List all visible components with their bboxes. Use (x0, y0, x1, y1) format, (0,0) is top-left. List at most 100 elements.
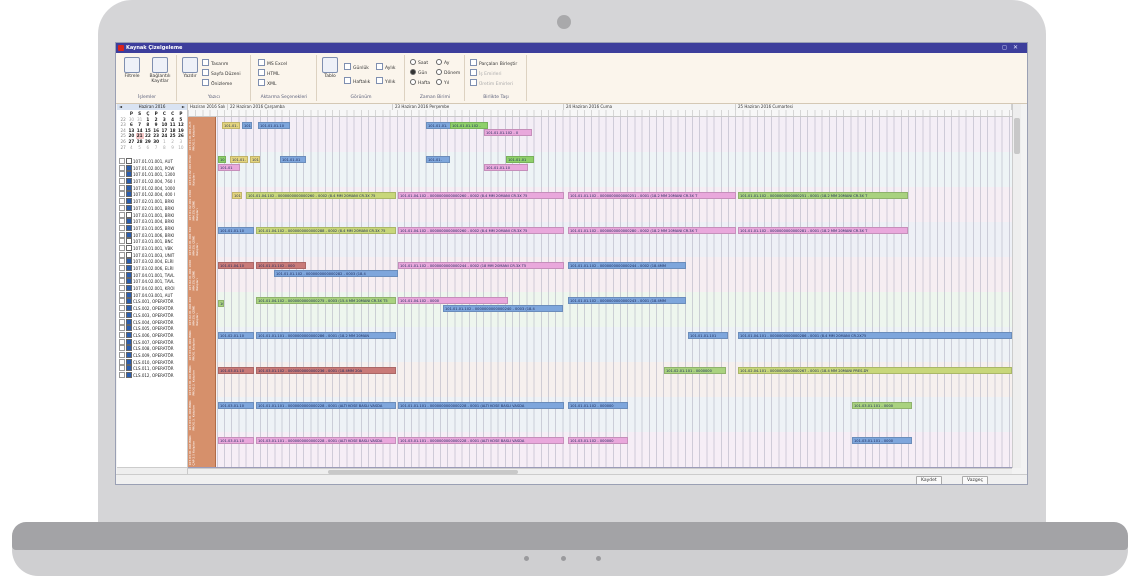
production-orders-checkbox[interactable]: Üretim Emirleri (470, 79, 513, 87)
appointment-block[interactable]: 101.01.04.102 - 0000000000000260 - 0002 … (398, 192, 564, 199)
checkbox-icon[interactable] (126, 164, 132, 171)
expand-icon[interactable] (119, 291, 125, 298)
resource-header[interactable]: 107.01.02.001 POW. Kalıpları (188, 152, 216, 187)
checkbox-icon[interactable] (126, 338, 132, 345)
checkbox-icon[interactable] (126, 265, 132, 271)
calendar-day[interactable]: 9 (169, 145, 177, 151)
unit-week-radio[interactable]: Hafta (410, 79, 430, 86)
checkbox-icon[interactable] (126, 351, 132, 358)
expand-icon[interactable] (119, 204, 125, 211)
tree-row[interactable]: CLS.007, OPERATÖR (117, 338, 187, 346)
tree-row[interactable]: 107.01.02.004, 400 I (117, 191, 187, 198)
appointment-block[interactable]: 101.01.01.10 (484, 164, 528, 171)
appointment-block[interactable]: 101.03.01.101 - 0000 (852, 437, 912, 444)
appointment-block[interactable]: 101.01.01. (426, 122, 452, 129)
appointment-block[interactable]: 101.01.01.101 - 0000000000000228 - 0001 … (398, 402, 564, 409)
expand-icon[interactable] (119, 238, 125, 245)
checkbox-icon[interactable] (126, 184, 132, 191)
appointment-block[interactable]: 101.01.01.102 - 0000000000000243 - 0001 … (568, 297, 686, 304)
restore-icon[interactable]: ◻ (1002, 43, 1007, 53)
appointment-block[interactable]: 101.01.04.102 - 0000000000000275 - 0003 … (256, 297, 396, 304)
appointment-block[interactable]: 101.01. (222, 122, 240, 129)
xml-item[interactable]: XML (258, 79, 276, 87)
scroll-thumb[interactable] (1014, 118, 1020, 154)
expand-icon[interactable] (119, 184, 125, 191)
appointment-block[interactable]: 101.03.01.101 - 0000000000000228 - 0001 … (256, 437, 396, 444)
appointment-block[interactable]: 101.01.01.102 - 000 (256, 262, 306, 269)
appointment-block[interactable]: 101.02.04.101 - 0000000000000267 - 0001 … (738, 367, 1012, 374)
tree-row[interactable]: CLS.005, OPERATÖR (117, 325, 187, 332)
resource-header[interactable]: 107.02.01.004 400 MM ZIL ÇENE Kalıpları (188, 292, 216, 327)
calendar-day[interactable]: 4 (127, 145, 135, 151)
tree-row[interactable]: 107.04.02.001, TAVL (117, 278, 187, 285)
tree-row[interactable]: 107.04.01.001, TAVL (117, 271, 187, 279)
appointment-block[interactable]: 101.01.01 (280, 156, 306, 163)
checkbox-icon[interactable] (126, 198, 132, 205)
daily-item[interactable]: Günlük (344, 63, 369, 71)
table-button[interactable]: Tablo (320, 57, 340, 79)
appointment-block[interactable]: 101.01.01.101 (688, 332, 728, 339)
resource-header[interactable]: 107.01.01.001 AUT. PROG.1. Kalıpları (188, 117, 216, 152)
checkbox-icon[interactable] (126, 298, 132, 305)
checkbox-icon[interactable] (126, 224, 132, 231)
filter-button[interactable]: Filtrele (120, 57, 144, 79)
tree-row[interactable]: 107.02.01.001, BRKI (117, 204, 187, 212)
appointment-block[interactable]: 101.01.01.10 (258, 122, 290, 129)
resource-header[interactable]: 107.03.01.001 BRKI. PROG.2. Kalıpları (188, 362, 216, 397)
expand-icon[interactable] (119, 338, 125, 345)
tree-row[interactable]: 107.01.02.004, 1000 (117, 184, 187, 192)
expand-icon[interactable] (119, 178, 125, 185)
checkbox-icon[interactable] (126, 278, 132, 285)
expand-icon[interactable] (119, 231, 125, 238)
next-month-icon[interactable]: ► (182, 104, 185, 110)
expand-icon[interactable] (119, 244, 125, 251)
expand-icon[interactable] (119, 358, 125, 365)
merge-parts-checkbox[interactable]: Parçaları Birleştir (470, 59, 517, 67)
tree-row[interactable]: 107.01.01.001, AUT (117, 158, 187, 165)
checkbox-icon[interactable] (126, 218, 132, 225)
checkbox-icon[interactable] (126, 191, 132, 198)
tree-row[interactable]: 107.03.02.004, ELRI (117, 258, 187, 265)
appointment-block[interactable]: 101.01.01.102 - 0000000000000282 - 0003 … (274, 270, 398, 277)
expand-icon[interactable] (119, 345, 125, 352)
cancel-button[interactable]: Vazgeç (962, 476, 988, 484)
checkbox-icon[interactable] (126, 238, 132, 245)
resource-header[interactable]: 107.03.01.001 BRKI. PROG. Kalıpları (188, 327, 216, 362)
checkbox-icon[interactable] (126, 311, 132, 318)
tree-row[interactable]: CLS.009, OPERATÖR (117, 351, 187, 359)
tree-row[interactable]: CLS.010, OPERATÖR (117, 358, 187, 366)
tree-row[interactable]: 107.03.01.003, UNIT (117, 251, 187, 259)
appointment-block[interactable]: 101.01.01.102 - 0000000000000251 - 0001 … (568, 192, 736, 199)
expand-icon[interactable] (119, 305, 125, 312)
tree-row[interactable]: 107.04.02.001, KROI (117, 285, 187, 292)
print-button[interactable]: Yazdır (180, 57, 200, 79)
appointment-block[interactable]: 101.02.01.101 - 0000000 (664, 367, 726, 374)
resource-header[interactable]: 107.01.02.001 1300 MM ZIL ÇENE Kalıpları (188, 187, 216, 222)
tree-row[interactable]: 107.01.01.001, 1300 (117, 171, 187, 178)
checkbox-icon[interactable] (126, 204, 132, 211)
unit-day-radio[interactable]: Gün (410, 69, 427, 76)
appointment-block[interactable]: 101.03.01.101 - 0000 (852, 402, 912, 409)
checkbox-icon[interactable] (126, 305, 132, 312)
tree-row[interactable]: 107.03.01.005, BRKI (117, 224, 187, 232)
checkbox-icon[interactable] (126, 171, 132, 178)
expand-icon[interactable] (119, 158, 125, 164)
expand-icon[interactable] (119, 331, 125, 338)
left-horizontal-scrollbar[interactable] (117, 467, 187, 474)
checkbox-icon[interactable] (126, 325, 132, 332)
expand-icon[interactable] (119, 365, 125, 372)
linked-records-button[interactable]: Bağlantılı Kayıtlar (146, 57, 174, 84)
checkbox-icon[interactable] (126, 231, 132, 238)
expand-icon[interactable] (119, 251, 125, 258)
expand-icon[interactable] (119, 218, 125, 225)
tree-row[interactable]: 107.03.01.004, BRKI (117, 218, 187, 225)
calendar-day[interactable]: 10 (177, 145, 185, 151)
design-item[interactable]: Tasarım (202, 59, 228, 67)
appointment-block[interactable]: 101.01.01.102 - 0000000000000244 - 0002 … (398, 262, 564, 269)
expand-icon[interactable] (119, 351, 125, 358)
checkbox-icon[interactable] (126, 372, 132, 378)
tree-row[interactable]: CLS.011, OPERATÖR (117, 365, 187, 372)
checkbox-icon[interactable] (126, 318, 132, 325)
tree-row[interactable]: 107.03.02.006, ELRI (117, 265, 187, 272)
expand-icon[interactable] (119, 164, 125, 171)
